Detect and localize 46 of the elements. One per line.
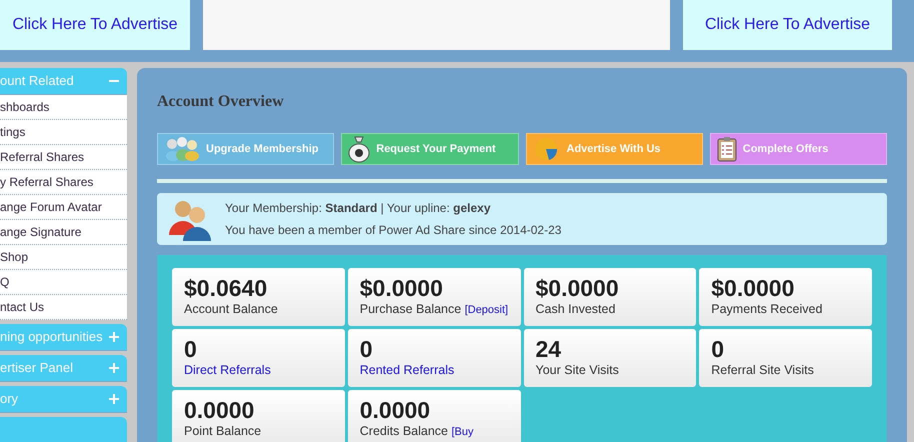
sidebar-header-label: ertiser Panel [0,359,73,378]
stat-value: $0.0640 [184,274,268,302]
plus-icon [109,332,119,342]
sidebar-item[interactable]: tings [0,120,127,145]
stat-label: Your Site Visits [536,363,619,377]
sidebar-item[interactable]: ange Signature [0,220,127,245]
stat-value: 0.0000 [360,396,432,424]
advertise-link[interactable]: Click Here To Advertise [704,13,870,37]
stat-value: 0 [711,335,726,363]
stat-link[interactable]: Rented Referrals [360,363,454,377]
sidebar-item[interactable]: Shop [0,245,127,270]
sidebar-header[interactable] [0,417,127,442]
stat-value: 24 [536,335,562,363]
sidebar-header-label: ount Related [0,72,74,90]
membership-text: Your Membership: Standard | Your upline: gelexy [225,200,492,217]
sidebar-header-label: ory [0,390,18,408]
clipboard-icon [716,136,737,162]
stat-label: Payments Received [711,302,822,316]
page-title: Account Overview [157,92,285,112]
sidebar-item[interactable]: Q [0,270,127,295]
sidebar-item[interactable]: ntact Us [0,295,127,320]
stat-value: 0.0000 [184,396,256,424]
sidebar-item[interactable]: Referral Shares [0,145,127,170]
stat-value: $0.0000 [711,274,796,302]
plus-icon [109,363,119,373]
member-since-text: You have been a member of Power Ad Share since 2014-02-23 [225,222,562,239]
stat-value: 0 [184,335,198,363]
stat-value: 0 [360,335,374,363]
advertise-link[interactable]: Click Here To Advertise [12,13,178,37]
sidebar-header-label: ning opportunities [0,328,103,346]
stat-value: $0.0000 [536,274,620,302]
stat-label: Account Balance [184,302,278,316]
stat-action-link[interactable]: [Buy [451,426,474,438]
stat-label: Purchase Balance [360,302,462,316]
plus-icon [109,394,119,404]
stat-label: Referral Site Visits [711,363,814,377]
sidebar-item[interactable]: shboards [0,95,127,120]
stat-label: Cash Invested [536,302,616,316]
stat-link[interactable]: Direct Referrals [184,363,271,377]
stat-action-link[interactable]: [Deposit] [464,304,508,316]
sidebar-item[interactable]: ange Forum Avatar [0,195,127,220]
stat-label: Credits Balance [360,424,448,438]
stat-label: Point Balance [184,424,262,438]
stat-value: $0.0000 [360,274,444,302]
people-icon [164,136,200,162]
sidebar-item[interactable]: y Referral Shares [0,170,127,195]
